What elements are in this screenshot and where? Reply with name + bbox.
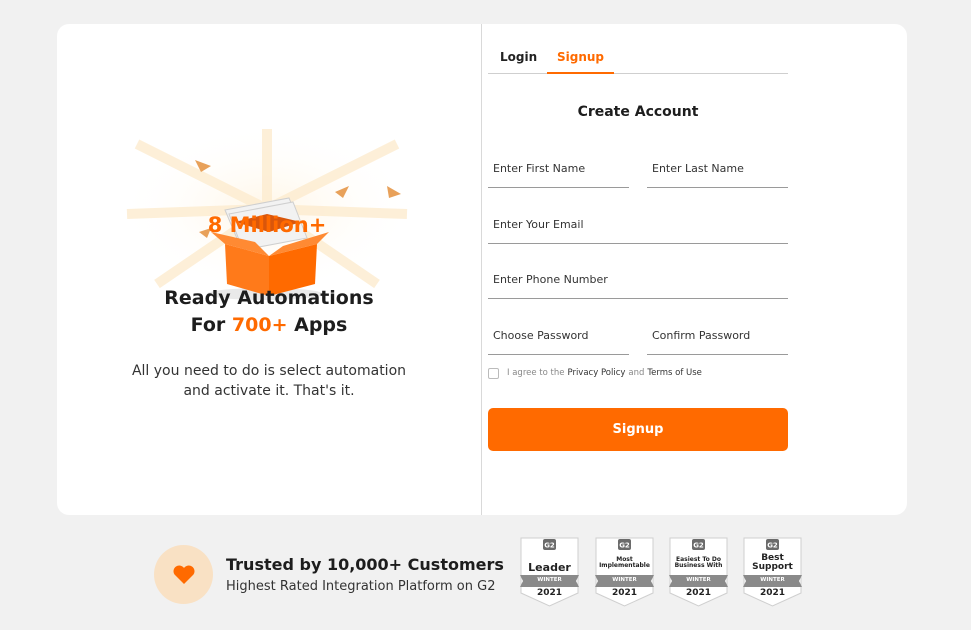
- promo-subtext-line1: All you need to do is select automation: [131, 363, 407, 379]
- email-field: [488, 204, 788, 244]
- tab-signup[interactable]: Signup: [547, 48, 614, 74]
- svg-text:G2: G2: [767, 542, 778, 550]
- box-illustration: 8 Million+: [117, 124, 417, 300]
- promo-subtext-line2: and activate it. That's it.: [183, 383, 355, 399]
- agree-prefix: I agree to the: [507, 368, 565, 378]
- g2-badge-title-line2: Business With: [674, 562, 723, 569]
- g2-badge: G2 Easiest To Do Business With WINTER 2021: [669, 537, 728, 607]
- confirm-password-input[interactable]: [647, 315, 788, 354]
- g2-badge-title: Most Implementable: [595, 557, 654, 569]
- svg-text:G2: G2: [544, 542, 555, 550]
- g2-badge-title: Best Support: [743, 554, 802, 572]
- svg-text:G2: G2: [619, 542, 630, 550]
- panel-divider: [481, 24, 482, 515]
- g2-badge-season: WINTER: [686, 577, 711, 583]
- trust-subtitle: Highest Rated Integration Platform on G2: [226, 579, 496, 594]
- g2-badge-title: Easiest To Do Business With: [669, 557, 728, 569]
- first-name-input[interactable]: [488, 148, 629, 187]
- trust-icon-circle: [154, 545, 213, 604]
- auth-tabs: Login Signup: [488, 48, 788, 74]
- tab-login[interactable]: Login: [500, 48, 537, 74]
- password-input[interactable]: [488, 315, 629, 354]
- g2-badge-title-line2: Support: [752, 562, 793, 572]
- email-input[interactable]: [488, 204, 788, 243]
- agree-and: and: [628, 368, 645, 378]
- g2-badge-title: Leader: [528, 561, 571, 574]
- g2-badge: G2 Best Support WINTER 2021: [743, 537, 802, 607]
- g2-badge-season: WINTER: [612, 577, 637, 583]
- g2-badge-year: 2021: [611, 588, 638, 598]
- headline-prefix: For: [190, 314, 232, 336]
- heart-icon: [172, 564, 195, 584]
- first-name-field: [488, 148, 629, 188]
- g2-badge-title-line2: Implementable: [599, 562, 650, 569]
- agree-checkbox[interactable]: [488, 367, 499, 379]
- g2-badge-season: WINTER: [760, 577, 785, 583]
- terms-agreement: I agree to the Privacy Policy and Terms …: [488, 366, 705, 380]
- promo-subtext: All you need to do is select automation …: [119, 361, 419, 401]
- last-name-input[interactable]: [647, 148, 788, 187]
- promo-art-text: 8 Million+: [208, 213, 327, 237]
- headline-accent: 700+: [231, 314, 288, 336]
- g2-badge: G2 Leader WINTER 2021: [520, 537, 579, 607]
- phone-field: [488, 259, 788, 299]
- g2-badge-year: 2021: [759, 588, 786, 598]
- promo-headline-line1: Ready Automations: [164, 287, 374, 309]
- privacy-policy-link[interactable]: Privacy Policy: [567, 368, 625, 378]
- terms-of-use-link[interactable]: Terms of Use: [647, 368, 702, 378]
- g2-badge-season: WINTER: [537, 577, 562, 583]
- last-name-field: [647, 148, 788, 188]
- g2-badge-year: 2021: [685, 588, 712, 598]
- promo-headline-line2: For 700+ Apps: [57, 314, 481, 336]
- headline-suffix: Apps: [287, 314, 348, 336]
- trust-title: Trusted by 10,000+ Customers: [226, 555, 504, 574]
- signup-button[interactable]: Signup: [488, 408, 788, 451]
- phone-input[interactable]: [488, 259, 788, 298]
- g2-badge-year: 2021: [536, 588, 563, 598]
- svg-text:G2: G2: [693, 542, 704, 550]
- password-field: [488, 315, 629, 355]
- confirm-password-field: [647, 315, 788, 355]
- form-title: Create Account: [577, 104, 699, 120]
- g2-badge: G2 Most Implementable WINTER 2021: [595, 537, 654, 607]
